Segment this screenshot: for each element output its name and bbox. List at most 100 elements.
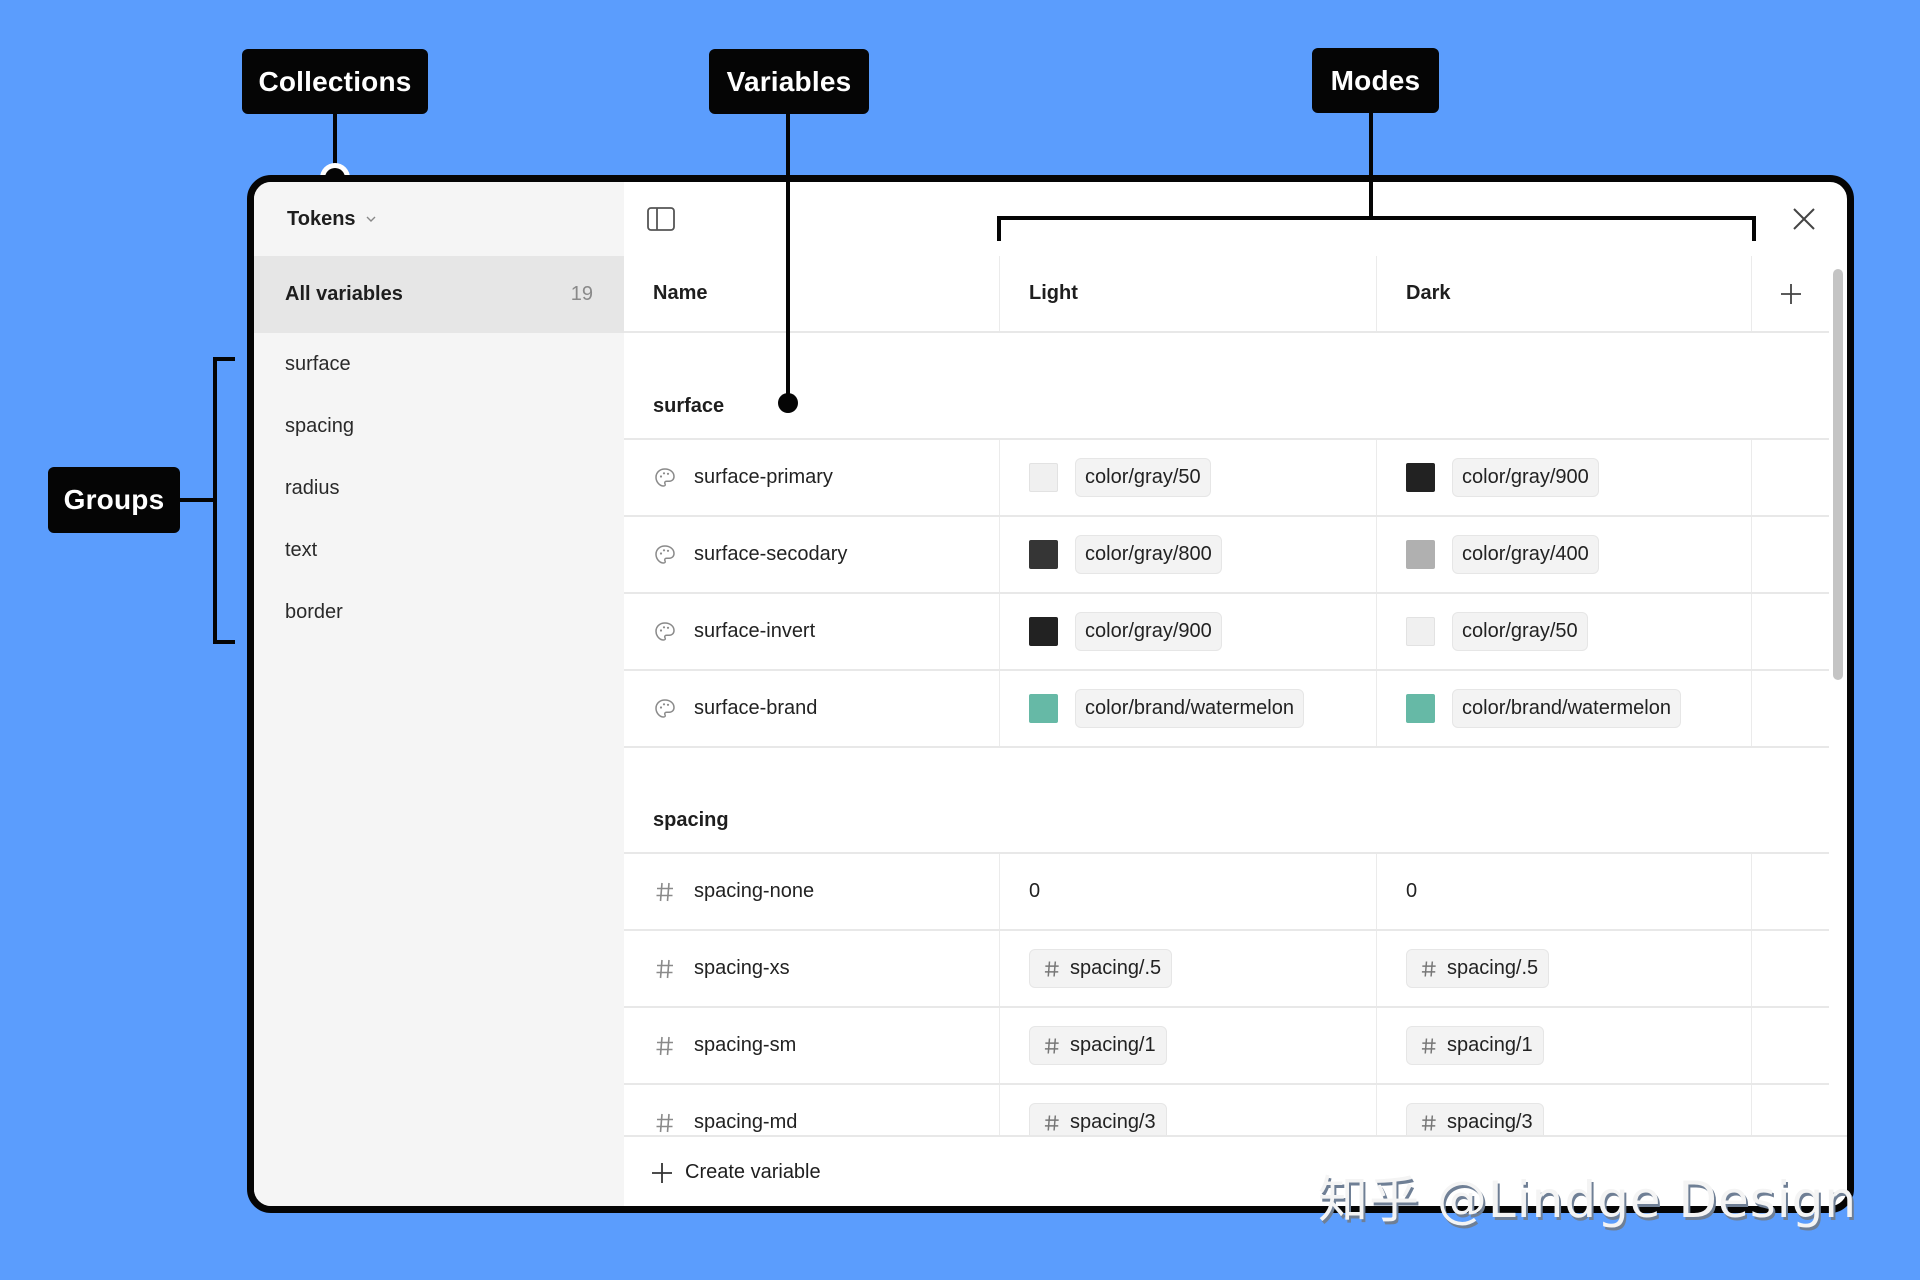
group-list: surface spacing radius text border — [254, 333, 624, 643]
hash-icon — [1421, 960, 1436, 977]
variable-row[interactable]: surface-secodary color/gray/800 color/gray… — [624, 517, 1829, 594]
mode-value-cell-light[interactable]: 0 — [1000, 854, 1377, 929]
column-header-dark[interactable]: Dark — [1377, 256, 1752, 331]
variables-main: Name Light Dark surface surface-primary co… — [624, 182, 1847, 1206]
variable-name-cell[interactable]: surface-brand — [624, 671, 1000, 746]
alias-label: spacing/3 — [1447, 1111, 1533, 1133]
alias-chip[interactable]: color/brand/watermelon — [1075, 689, 1304, 728]
add-mode-button[interactable] — [1752, 256, 1829, 331]
variable-row[interactable]: spacing-sm spacing/1 spacing/1 — [624, 1008, 1829, 1085]
color-swatch[interactable] — [1029, 694, 1058, 723]
annotation-groups-bracket-bottom — [213, 640, 235, 644]
group-label: spacing — [285, 414, 354, 437]
mode-value-cell-dark[interactable]: 0 — [1377, 854, 1752, 929]
hash-icon — [1421, 1114, 1436, 1131]
variable-row[interactable]: spacing-xs spacing/.5 spacing/.5 — [624, 931, 1829, 1008]
group-label: radius — [285, 476, 340, 499]
palette-icon — [655, 544, 675, 564]
mode-value-cell-dark[interactable]: color/brand/watermelon — [1377, 671, 1752, 746]
annotation-modes-bracket-left — [997, 216, 1001, 241]
alias-label: spacing/.5 — [1070, 957, 1162, 979]
color-swatch[interactable] — [1406, 463, 1435, 492]
mode-value-cell-light[interactable]: color/gray/800 — [1000, 517, 1377, 592]
empty-cell — [1752, 517, 1829, 592]
value-text: 0 — [1029, 880, 1041, 902]
chevron-down-icon — [366, 216, 376, 222]
variable-row[interactable]: spacing-md spacing/3 spacing/3 — [624, 1085, 1829, 1135]
alias-chip[interactable]: color/gray/400 — [1452, 535, 1599, 574]
sidebar-item-border[interactable]: border — [254, 581, 624, 643]
alias-chip[interactable]: color/gray/900 — [1452, 458, 1599, 497]
mode-value-cell-light[interactable]: spacing/1 — [1000, 1008, 1377, 1083]
sidebar-item-surface[interactable]: surface — [254, 333, 624, 395]
alias-chip[interactable]: color/gray/50 — [1075, 458, 1211, 497]
all-variables-label: All variables — [285, 283, 403, 305]
mode-value-cell-dark[interactable]: spacing/3 — [1377, 1085, 1752, 1135]
variable-name: surface-invert — [694, 620, 816, 642]
mode-value-cell-dark[interactable]: color/gray/400 — [1377, 517, 1752, 592]
group-title: spacing — [653, 809, 729, 831]
annotation-variables: Variables — [709, 49, 869, 114]
collection-dropdown[interactable]: Tokens — [287, 182, 376, 256]
mode-value-cell-dark[interactable]: spacing/1 — [1377, 1008, 1752, 1083]
mode-value-cell-dark[interactable]: spacing/.5 — [1377, 931, 1752, 1006]
variable-name-cell[interactable]: spacing-none — [624, 854, 1000, 929]
empty-cell — [1752, 1085, 1829, 1135]
annotation-modes-bracket-right — [1752, 216, 1756, 241]
variable-name: surface-secodary — [694, 543, 848, 565]
alias-chip[interactable]: color/gray/50 — [1452, 612, 1588, 651]
watermark: 知乎 @Lindge Design — [1318, 1171, 1858, 1229]
variable-row[interactable]: surface-primary color/gray/50 color/gray/9… — [624, 440, 1829, 517]
variable-name-cell[interactable]: spacing-sm — [624, 1008, 1000, 1083]
sidebar-item-text[interactable]: text — [254, 519, 624, 581]
empty-cell — [1752, 1008, 1829, 1083]
column-header-light[interactable]: Light — [1000, 256, 1377, 331]
mode-value-cell-light[interactable]: color/gray/50 — [1000, 440, 1377, 515]
color-swatch[interactable] — [1029, 617, 1058, 646]
alias-chip[interactable]: color/gray/900 — [1075, 612, 1222, 651]
color-swatch[interactable] — [1406, 694, 1435, 723]
alias-chip[interactable]: spacing/.5 — [1029, 949, 1173, 988]
color-swatch[interactable] — [1406, 617, 1435, 646]
all-variables-count: 19 — [570, 283, 593, 305]
annotation-modes-bracket — [997, 216, 1756, 220]
group-label: text — [285, 538, 318, 561]
variable-row[interactable]: surface-brand color/brand/watermelon color… — [624, 671, 1829, 748]
color-swatch[interactable] — [1029, 463, 1058, 492]
alias-chip[interactable]: spacing/1 — [1029, 1026, 1167, 1065]
mode-value-cell-light[interactable]: spacing/.5 — [1000, 931, 1377, 1006]
empty-cell — [1752, 671, 1829, 746]
sidebar-item-spacing[interactable]: spacing — [254, 395, 624, 457]
mode-value-cell-light[interactable]: color/gray/900 — [1000, 594, 1377, 669]
variable-row[interactable]: surface-invert color/gray/900 color/gray/5… — [624, 594, 1829, 671]
variable-name-cell[interactable]: spacing-xs — [624, 931, 1000, 1006]
alias-chip[interactable]: color/brand/watermelon — [1452, 689, 1681, 728]
palette-icon — [655, 698, 675, 718]
mode-value-cell-dark[interactable]: color/gray/50 — [1377, 594, 1752, 669]
variable-row[interactable]: spacing-none 0 0 — [624, 854, 1829, 931]
variable-name: spacing-sm — [694, 1034, 797, 1056]
variables-panel: Tokens All variables 19 surface spacing … — [247, 175, 1854, 1213]
alias-chip[interactable]: spacing/1 — [1406, 1026, 1544, 1065]
close-icon[interactable] — [1791, 206, 1817, 232]
empty-cell — [1752, 594, 1829, 669]
alias-chip[interactable]: spacing/3 — [1406, 1103, 1544, 1135]
scrollbar[interactable] — [1833, 269, 1843, 680]
sidebar-item-radius[interactable]: radius — [254, 457, 624, 519]
mode-value-cell-light[interactable]: spacing/3 — [1000, 1085, 1377, 1135]
sidebar-item-all-variables[interactable]: All variables 19 — [254, 256, 624, 333]
alias-chip[interactable]: spacing/.5 — [1406, 949, 1550, 988]
sidebar-panel-icon[interactable] — [647, 207, 675, 231]
color-swatch[interactable] — [1406, 540, 1435, 569]
variable-name-cell[interactable]: surface-invert — [624, 594, 1000, 669]
alias-chip[interactable]: spacing/3 — [1029, 1103, 1167, 1135]
variable-name: spacing-xs — [694, 957, 790, 979]
alias-chip[interactable]: color/gray/800 — [1075, 535, 1222, 574]
mode-value-cell-light[interactable]: color/brand/watermelon — [1000, 671, 1377, 746]
variable-name-cell[interactable]: surface-primary — [624, 440, 1000, 515]
mode-value-cell-dark[interactable]: color/gray/900 — [1377, 440, 1752, 515]
color-swatch[interactable] — [1029, 540, 1058, 569]
alias-label: spacing/1 — [1070, 1034, 1156, 1056]
variable-name-cell[interactable]: spacing-md — [624, 1085, 1000, 1135]
variable-name-cell[interactable]: surface-secodary — [624, 517, 1000, 592]
